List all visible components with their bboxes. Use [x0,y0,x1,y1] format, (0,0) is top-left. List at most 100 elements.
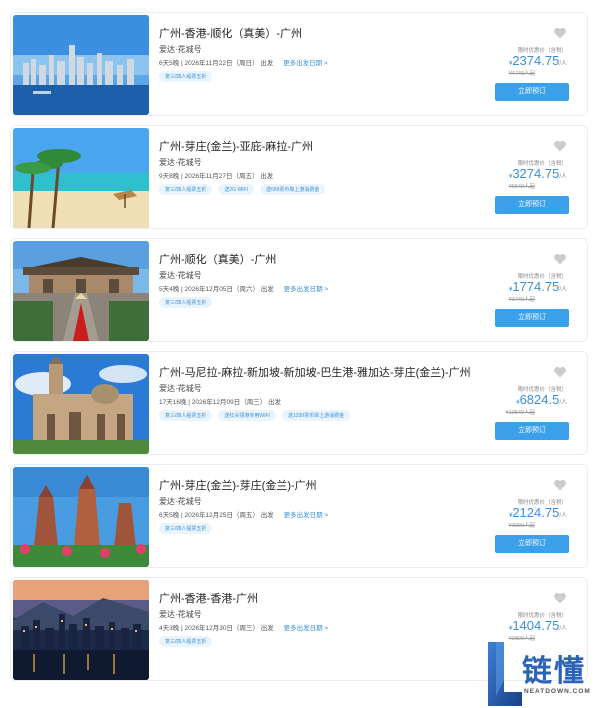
trip-card[interactable]: 广州-顺化（真美）-广州 爱达·花城号 5天4晚 | 2026年12月05日（周… [10,238,588,342]
price-unit: /人 [559,174,567,180]
ship-name: 爱达·花城号 [159,271,202,280]
ship-name: 爱达·花城号 [159,497,202,506]
trip-tags: 复三/四人船票五折 [159,71,213,82]
more-dates-link[interactable]: 更多出发日期 > [284,286,329,293]
thumbnail-image [13,354,149,454]
thumbnail-image [13,15,149,115]
trip-date: 2026年12月05日（周六） [184,286,259,293]
trip-thumbnail[interactable] [13,128,149,228]
book-now-button[interactable]: 立即预订 [495,83,569,101]
trip-price: ¥6824.5/人 [516,392,567,407]
ship-name: 爱达·花城号 [159,158,202,167]
tag-badge: 送699票币岸上游消费金 [260,184,326,195]
price-value: 2374.75 [512,53,560,68]
watermark-logo: 链懂 NEATDOWN.COM [486,640,600,708]
heart-icon[interactable] [553,479,567,491]
trip-duration: 6天5晚 [159,60,180,67]
trip-date: 2026年12月09日（周三） [191,399,267,406]
original-price: ¥6549人起 [508,184,535,190]
price-value: 1774.75 [512,279,560,294]
trip-title[interactable]: 广州-香港-顺化（真美）-广州 [159,25,302,41]
watermark-cn: 链懂 [522,654,586,689]
heart-icon[interactable] [553,27,567,39]
trip-thumbnail[interactable] [13,241,149,341]
price-unit: /人 [559,61,567,67]
logo-mark-icon [488,642,522,706]
tag-badge: 复三/四人船票五折 [159,184,213,195]
trip-date: 2026年11月27日（周五） [184,173,259,180]
trip-depart: 出发 [260,286,274,293]
trip-thumbnail[interactable] [13,15,149,115]
original-price: ¥4749人起 [508,71,535,77]
tag-badge: 复三/四人船票五折 [159,523,213,534]
trip-card[interactable]: 广州-马尼拉-麻拉-新加坡-新加坡-巴生港-雅加达-芽庄(金兰)-广州 爱达·花… [10,351,588,455]
trip-date: 2026年12月30日（周三） [184,625,259,632]
original-price: ¥3999人起 [508,523,535,529]
price-unit: /人 [559,400,567,406]
price-unit: /人 [559,626,567,632]
trip-date: 2026年12月25日（周五） [184,512,259,519]
price-value: 1404.75 [512,618,560,633]
trip-thumbnail[interactable] [13,467,149,567]
trip-price: ¥1774.75/人 [509,279,567,294]
price-value: 2124.75 [512,505,560,520]
thumbnail-image [13,128,149,228]
more-dates-link[interactable]: 更多出发日期 > [284,625,329,632]
trip-duration: 9天8晚 [159,173,180,180]
trip-tags: 复三/四人船票五折 送红尖领港专用WIFI 送1299票币岸上游消费金 [159,410,351,421]
more-dates-link[interactable]: 更多出发日期 > [284,512,329,519]
trip-title[interactable]: 广州-芽庄(金兰)-芽庄(金兰)-广州 [159,477,317,493]
trip-duration: 17天16晚 [159,399,187,406]
trip-thumbnail[interactable] [13,354,149,454]
tag-badge: 复三/四人船票五折 [159,297,213,308]
book-now-button[interactable]: 立即预订 [495,309,569,327]
trip-depart: 出发 [260,173,274,180]
heart-icon[interactable] [553,366,567,378]
trip-price: ¥1404.75/人 [509,618,567,633]
price-value: 3274.75 [512,166,560,181]
book-now-button[interactable]: 立即预订 [495,196,569,214]
trip-card[interactable]: 广州-芽庄(金兰)-亚庇-麻拉-广州 爱达·花城号 9天8晚 | 2026年11… [10,125,588,229]
trip-meta: 4天3晚 | 2026年12月30日（周三） 出发 更多出发日期 > [159,622,328,632]
trip-title[interactable]: 广州-芽庄(金兰)-亚庇-麻拉-广州 [159,138,313,154]
watermark-en: NEATDOWN.COM [524,688,591,695]
original-price: ¥3449人起 [508,297,535,303]
thumbnail-image [13,467,149,567]
trip-tags: 复三/四人船票五折 送2G WIFI 送699票币岸上游消费金 [159,184,326,195]
trip-meta: 9天8晚 | 2026年11月27日（周五） 出发 [159,170,281,180]
book-now-button[interactable]: 立即预订 [495,535,569,553]
heart-icon[interactable] [553,592,567,604]
trip-depart: 出发 [260,60,274,67]
trip-duration: 6天5晚 [159,512,180,519]
trip-title[interactable]: 广州-香港-香港-广州 [159,590,258,606]
tag-badge: 复三/四人船票五折 [159,410,213,421]
tag-badge: 送2G WIFI [218,184,255,195]
price-unit: /人 [559,287,567,293]
tag-badge: 送1299票币岸上游消费金 [281,410,351,421]
tag-badge: 复三/四人船票五折 [159,636,213,647]
original-price: ¥10549人起 [505,410,535,416]
trip-price: ¥2374.75/人 [509,53,567,68]
price-unit: /人 [559,513,567,519]
trip-title[interactable]: 广州-顺化（真美）-广州 [159,251,276,267]
book-now-button[interactable]: 立即预订 [495,422,569,440]
trip-title[interactable]: 广州-马尼拉-麻拉-新加坡-新加坡-巴生港-雅加达-芽庄(金兰)-广州 [159,364,471,380]
trip-depart: 出发 [260,512,274,519]
price-value: 6824.5 [519,392,560,407]
trip-card[interactable]: 广州-芽庄(金兰)-芽庄(金兰)-广州 爱达·花城号 6天5晚 | 2026年1… [10,464,588,568]
trip-card[interactable]: 广州-香港-顺化（真美）-广州 爱达·花城号 6天5晚 | 2026年11月22… [10,12,588,116]
thumbnail-image [13,580,149,680]
tag-badge: 复三/四人船票五折 [159,71,213,82]
trip-duration: 4天3晚 [159,625,180,632]
trip-tags: 复三/四人船票五折 [159,523,213,534]
trip-thumbnail[interactable] [13,580,149,680]
trip-date: 2026年11月22日（周日） [184,60,259,67]
more-dates-link[interactable]: 更多出发日期 > [283,60,328,67]
trip-duration: 5天4晚 [159,286,180,293]
ship-name: 爱达·花城号 [159,384,202,393]
trip-meta: 6天5晚 | 2026年11月22日（周日） 出发 更多出发日期 > [159,57,328,67]
heart-icon[interactable] [553,140,567,152]
trip-tags: 复三/四人船票五折 [159,297,213,308]
heart-icon[interactable] [553,253,567,265]
ship-name: 爱达·花城号 [159,45,202,54]
